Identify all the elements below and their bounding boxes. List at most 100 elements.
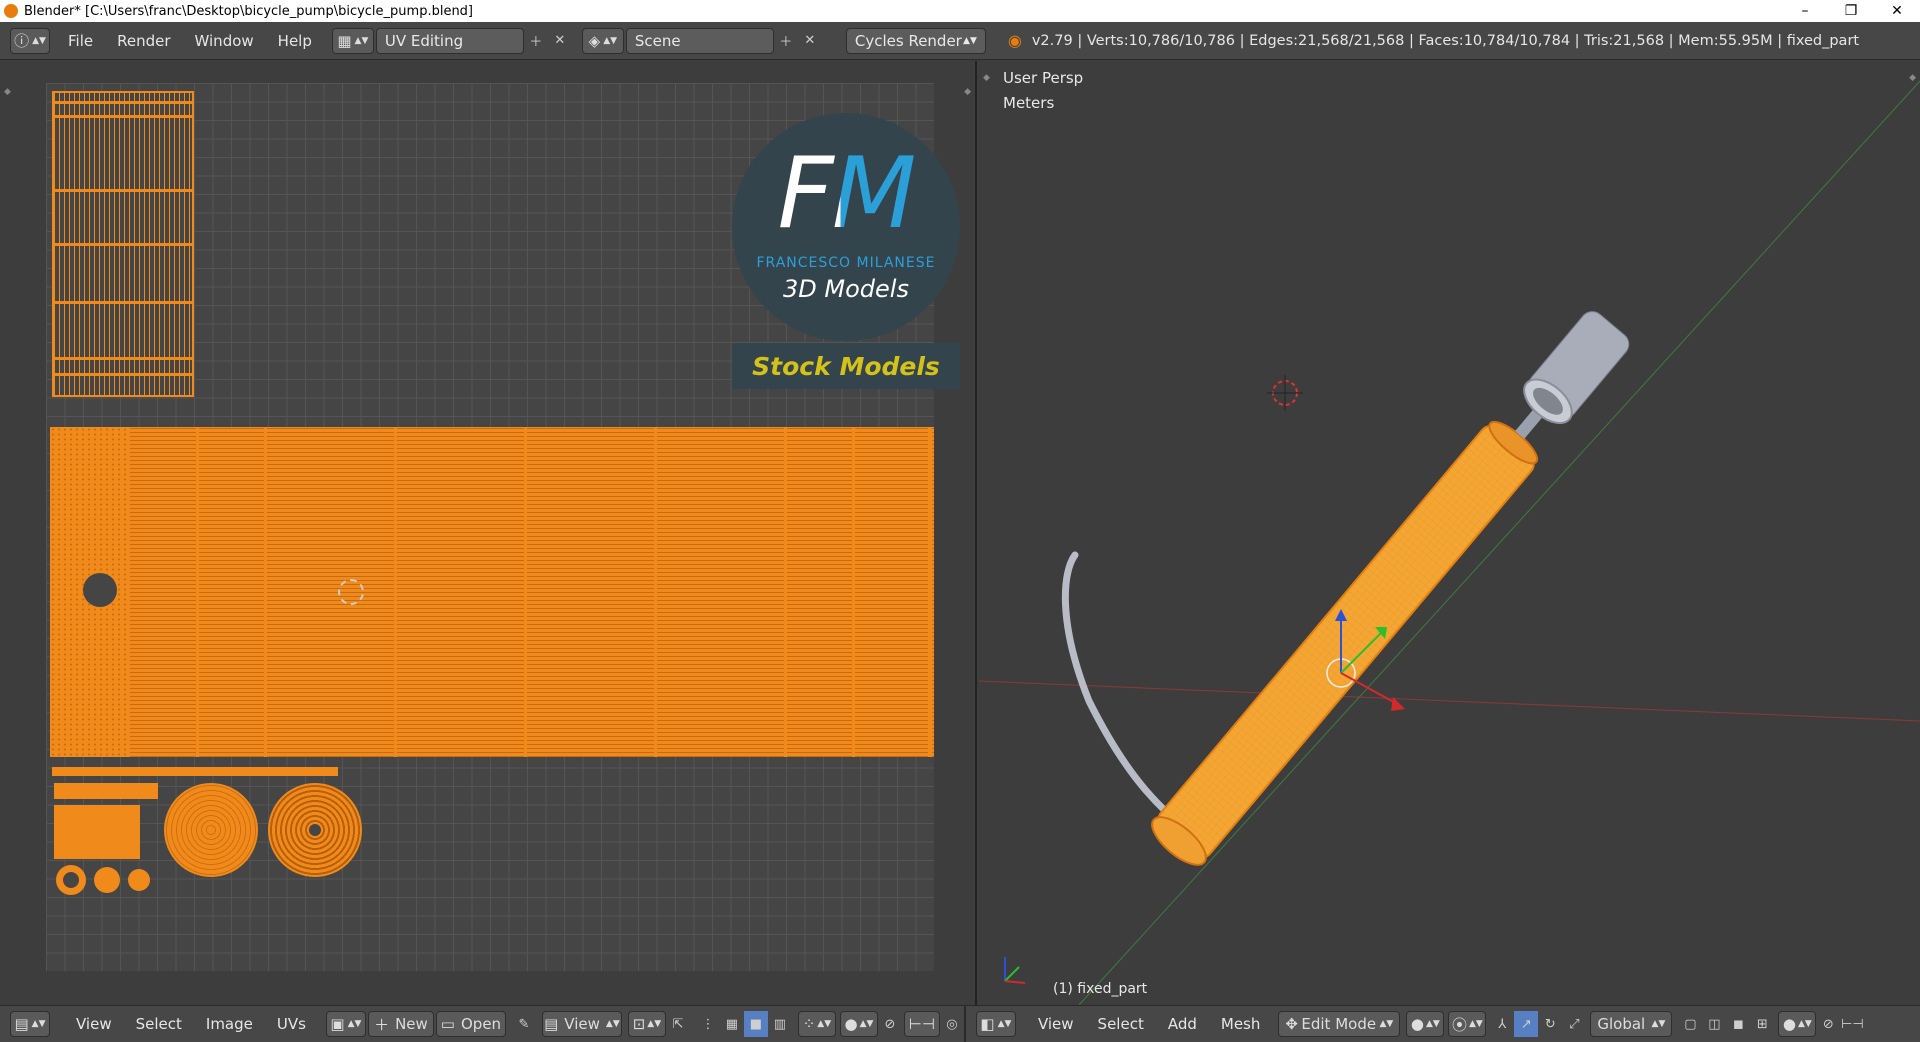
open-image-button[interactable]: ▭ Open xyxy=(435,1011,506,1037)
minimize-button[interactable]: – xyxy=(1782,0,1828,22)
fm-logo-letters: FM xyxy=(777,137,917,251)
translate-manipulator-icon[interactable]: ↗ xyxy=(1514,1011,1539,1037)
blender-logo-icon: ◉ xyxy=(1007,31,1022,50)
info-header: ⓘ ▲▼ File Render Window Help ▦ ▲▼ UV Editi… xyxy=(0,22,1920,60)
image-browse-button[interactable]: ▣ ▲▼ xyxy=(325,1011,366,1037)
add-scene-icon[interactable]: ＋ xyxy=(774,28,798,54)
uv-island-tall[interactable] xyxy=(52,91,194,397)
uv-menu-select[interactable]: Select xyxy=(124,1015,194,1033)
window-title: Blender* [C:\Users\franc\Desktop\bicycle… xyxy=(24,3,474,19)
close-button[interactable]: ✕ xyxy=(1874,0,1920,22)
vertex-mode-icon[interactable]: ▢ xyxy=(1678,1011,1702,1037)
menu-render[interactable]: Render xyxy=(105,32,182,50)
uv-view-mode-select[interactable]: ▤ View ▲▼ xyxy=(541,1011,622,1037)
viewport-editor-type-button[interactable]: ◧ ▲▼ xyxy=(975,1011,1016,1037)
uv-view-label: View xyxy=(564,1015,600,1033)
edge-mode-icon[interactable]: ◫ xyxy=(1702,1011,1726,1037)
snap-element-select[interactable]: ⊢⊣ xyxy=(903,1011,940,1037)
shading-select[interactable]: ● ▲▼ xyxy=(1406,1011,1445,1037)
sticky-icon: ⁘ xyxy=(802,1015,816,1033)
stock-models-banner: Stock Models xyxy=(732,343,960,389)
interaction-mode-select[interactable]: ✥ Edit Mode ▲▼ xyxy=(1278,1011,1401,1037)
face-select-icon[interactable]: ■ xyxy=(743,1011,768,1037)
screen-layout-field[interactable]: UV Editing xyxy=(375,27,524,54)
proportional-editing-select[interactable]: ● ▲▼ xyxy=(1778,1011,1817,1037)
remove-screen-icon[interactable]: ✕ xyxy=(548,28,572,54)
info-icon: ⓘ xyxy=(14,32,30,50)
uv-editor-type-button[interactable]: ▤ ▲▼ xyxy=(10,1011,50,1037)
uv-menu-image[interactable]: Image xyxy=(194,1015,265,1033)
vertex-select-icon[interactable]: ⋮ xyxy=(696,1011,720,1037)
uv-island-ring-small[interactable] xyxy=(56,865,86,895)
scene-field[interactable]: Scene xyxy=(625,27,774,54)
plus-icon: ＋ xyxy=(374,1015,390,1034)
fm-brand-name: FRANCESCO MILANESE xyxy=(756,255,936,271)
occlude-geometry-icon[interactable]: ⊞ xyxy=(1750,1011,1774,1037)
sticky-select-mode[interactable]: ⁘ ▲▼ xyxy=(797,1011,836,1037)
3d-cursor xyxy=(1267,375,1303,411)
uv-island-rect[interactable] xyxy=(54,805,140,859)
restore-button[interactable]: ❐ xyxy=(1828,0,1874,22)
view3d-menu-select[interactable]: Select xyxy=(1086,1015,1156,1033)
pivot-select[interactable]: ⊡ ▲▼ xyxy=(627,1011,666,1037)
scene-browse-button[interactable]: ◈ ▲▼ xyxy=(581,27,624,54)
open-image-label: Open xyxy=(460,1015,502,1033)
island-select-icon[interactable]: ▥ xyxy=(768,1011,792,1037)
uv-island-disc-a[interactable] xyxy=(94,867,120,893)
menu-window[interactable]: Window xyxy=(183,32,266,50)
region-toggle-left-icon[interactable]: ◆ xyxy=(4,87,11,97)
uv-island-strip[interactable] xyxy=(52,767,338,776)
uv-menu-uvs[interactable]: UVs xyxy=(265,1015,318,1033)
fm-logo-badge: FM FRANCESCO MILANESE 3D Models xyxy=(732,113,960,341)
uv-island-main[interactable] xyxy=(50,427,934,757)
uv-image-editor[interactable]: ◆ ◆ FM FRANCESCO MILANESE 3D Models Stoc… xyxy=(0,61,977,1005)
menu-file[interactable]: File xyxy=(56,32,105,50)
pin-icon[interactable]: ✎ xyxy=(512,1011,536,1037)
render-engine-select[interactable]: Cycles Render ▲▼ xyxy=(845,27,986,54)
render-engine-label: Cycles Render xyxy=(854,31,962,50)
view3d-menu-view[interactable]: View xyxy=(1026,1015,1086,1033)
window-titlebar: Blender* [C:\Users\franc\Desktop\bicycle… xyxy=(0,0,1920,22)
region-toggle-right-icon[interactable]: ◆ xyxy=(964,87,971,97)
rotate-manipulator-icon[interactable]: ↻ xyxy=(1538,1011,1562,1037)
add-screen-icon[interactable]: ＋ xyxy=(524,28,548,54)
scene-icon: ◈ xyxy=(588,31,601,50)
edge-select-icon[interactable]: ▦ xyxy=(720,1011,744,1037)
layout-icon: ▦ xyxy=(337,31,352,50)
transform-orientation-select[interactable]: Global ▲▼ xyxy=(1590,1011,1673,1037)
view3d-menu-mesh[interactable]: Mesh xyxy=(1209,1015,1273,1033)
uv-island-disc-b[interactable] xyxy=(128,869,150,891)
uv-island-bar[interactable] xyxy=(54,783,158,799)
uv-island-circle-a[interactable] xyxy=(164,783,258,877)
y-axis-line xyxy=(1078,80,1920,1005)
uv-menu-view[interactable]: View xyxy=(64,1015,124,1033)
pump-hose xyxy=(1061,551,1193,835)
manipulator-toggle-icon[interactable]: ⅄ xyxy=(1490,1011,1514,1037)
scale-manipulator-icon[interactable]: ⤢ xyxy=(1562,1011,1586,1037)
fm-tagline: 3D Models xyxy=(783,275,909,303)
pivot-point-select[interactable]: ⦿ ▲▼ xyxy=(1448,1011,1487,1037)
scene-statistics: v2.79 | Verts:10,786/10,786 | Edges:21,5… xyxy=(1031,32,1860,49)
face-mode-icon[interactable]: ◼ xyxy=(1726,1011,1750,1037)
pivot-point-icon: ⦿ xyxy=(1451,1015,1467,1034)
x-axis-line xyxy=(979,680,1920,722)
proportional-editing-icon: ● xyxy=(1782,1015,1796,1033)
sync-selection-icon[interactable]: ⇱ xyxy=(666,1011,690,1037)
uv-grid-canvas[interactable]: FM FRANCESCO MILANESE 3D Models Stock Mo… xyxy=(46,83,960,971)
new-image-button[interactable]: ＋ New xyxy=(367,1011,434,1037)
menu-help[interactable]: Help xyxy=(266,32,324,50)
uv-island-circle-b[interactable] xyxy=(268,783,362,877)
snap-target-icon[interactable]: ⊢⊣ xyxy=(1840,1011,1864,1037)
info-editor-type-button[interactable]: ⓘ ▲▼ xyxy=(10,27,50,54)
remove-scene-icon[interactable]: ✕ xyxy=(798,28,822,54)
snap-icon[interactable]: ⊘ xyxy=(878,1011,902,1037)
proportional-edit-select[interactable]: ● ▲▼ xyxy=(839,1011,878,1037)
screen-layout-browse-button[interactable]: ▦ ▲▼ xyxy=(331,27,374,54)
3d-viewport[interactable]: ◆ ◆ User Persp Meters (1) fixed_part xyxy=(979,61,1920,1005)
uv-2d-cursor[interactable] xyxy=(338,579,364,605)
snap-toggle-icon[interactable]: ⊘ xyxy=(1816,1011,1840,1037)
image-editor-icon: ▤ xyxy=(14,1015,29,1033)
viewport-scene[interactable] xyxy=(979,61,1920,1005)
uv-extra-icon[interactable]: ◎ xyxy=(940,1011,964,1037)
view3d-menu-add[interactable]: Add xyxy=(1156,1015,1209,1033)
